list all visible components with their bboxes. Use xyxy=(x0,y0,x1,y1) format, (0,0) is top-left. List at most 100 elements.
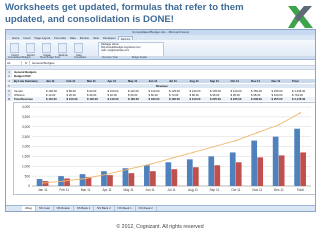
sheet-tabs: Wksg NS Gual NS Rulesk NS Bank 1 NS Bank… xyxy=(6,205,315,211)
value-cell[interactable]: $ 180.00 xyxy=(149,97,160,101)
month-header-cell: Nov 11 xyxy=(251,79,261,83)
package-info-line[interactable]: mail: xyz@example.com xyxy=(99,49,163,52)
value-cell[interactable]: $ 255.00 xyxy=(272,97,283,101)
x-tick-label: Feb 11 xyxy=(59,188,69,192)
x-tick-label: Apr 11 xyxy=(103,188,112,192)
chart-svg: 0 500 1,000 1,500 2,000 2,500 3,000 3,500 4,000 J… xyxy=(22,105,311,192)
chart-bar xyxy=(251,140,258,186)
chart-point xyxy=(299,112,302,114)
sheet-tab[interactable]: NS Rulesk xyxy=(54,206,74,211)
value-cell[interactable]: $ 160.00 xyxy=(128,97,139,101)
section-label: Revenue xyxy=(156,84,168,88)
sheet-tab[interactable]: NS Bank 1 xyxy=(74,206,95,211)
month-header-cell: Mar 11 xyxy=(87,79,96,83)
chart-bar xyxy=(64,178,70,186)
chart-bar xyxy=(144,165,150,186)
row-number: 5 xyxy=(6,84,12,88)
band-label: By Line Summary xyxy=(14,79,38,83)
sheet-tab[interactable]: NS Gual xyxy=(36,206,54,211)
y-tick-label: 3,500 xyxy=(22,115,30,119)
budget-chart[interactable]: 0 500 1,000 1,500 2,000 2,500 3,000 3,500 4,000 J… xyxy=(13,102,315,195)
value-cell[interactable]: $ 110.00 xyxy=(46,97,57,101)
month-header-cell: Dec 11 xyxy=(271,79,281,83)
month-header-cell: Aug 11 xyxy=(189,79,199,83)
chart-bar xyxy=(36,179,43,186)
settings-button[interactable] xyxy=(58,43,67,53)
month-header-cell: Jul 11 xyxy=(169,79,177,83)
month-header-cell: Sep 11 xyxy=(210,79,219,83)
slide-footer: © 2012, Cognizant. All rights reserved xyxy=(116,224,204,230)
value-cell[interactable]: $ 235.00 xyxy=(231,97,242,101)
slide: Worksheets get updated, formulas that re… xyxy=(0,0,320,240)
value-cell[interactable]: $ 100.00 xyxy=(67,97,78,101)
y-tick-label: 1,500 xyxy=(22,155,30,159)
month-header-cell: May 11 xyxy=(128,79,138,83)
chart-bar xyxy=(208,156,215,186)
y-tick-label: 2,000 xyxy=(22,145,30,149)
sheet-subtitle-row: 2 Budget 2012 xyxy=(6,74,315,78)
value-cell[interactable]: $ 195.00 xyxy=(169,97,180,101)
chart-bar xyxy=(235,162,242,186)
y-tick-label: 3,000 xyxy=(22,125,30,129)
chart-bar xyxy=(79,174,86,186)
y-tick-label: 2,500 xyxy=(22,135,30,139)
month-header-cell: Jan 11 xyxy=(46,79,55,83)
x-tick-label: Oct 11 xyxy=(231,188,240,192)
fx-icon[interactable]: fx xyxy=(22,60,30,65)
help-button[interactable] xyxy=(74,43,83,53)
month-header-cell: Total xyxy=(292,79,299,83)
value-cell[interactable]: $ 225.00 xyxy=(210,97,221,101)
y-tick-label: 4,000 xyxy=(22,105,30,109)
value-cell[interactable]: $ 120.00 xyxy=(87,97,98,101)
chart-bar xyxy=(150,171,156,186)
excel-window: Consolidated Budget.xlsx - Microsoft Exc… xyxy=(5,29,316,212)
sheet-tab[interactable]: NS Week 1 xyxy=(115,206,136,211)
chart-bar xyxy=(107,175,113,186)
chart-point xyxy=(149,163,151,166)
export-button[interactable] xyxy=(26,43,35,53)
x-tick-label: Jul 11 xyxy=(167,188,175,192)
row-label: Total Revenue xyxy=(14,97,33,101)
chart-point xyxy=(127,168,130,171)
x-tick-label: May 11 xyxy=(123,188,133,192)
ribbon-group-labels: Consolidated Budgets Sheet Budget Tools … xyxy=(6,56,315,59)
month-header-cell: Apr 11 xyxy=(107,79,117,83)
sheet-tab[interactable]: NS Week 2 xyxy=(136,206,157,211)
x-tick-label: Dec 11 xyxy=(274,188,284,192)
y-tick-label: 1,000 xyxy=(22,164,30,168)
row-number: 2 xyxy=(6,74,12,78)
month-header-cell: Feb 11 xyxy=(66,79,76,83)
ribbon-group-label: Sheet Budget Tools xyxy=(40,57,60,59)
name-box[interactable]: A1 xyxy=(6,60,22,65)
package-info-box: Package Home http://resultsbudget.cogniz… xyxy=(98,42,164,57)
chart-bar xyxy=(300,152,306,186)
excel-title-bar: Consolidated Budget.xlsx - Microsoft Exc… xyxy=(6,30,315,35)
value-cell[interactable]: $ 248.00 xyxy=(251,97,262,101)
y-tick-label: 500 xyxy=(25,174,31,178)
value-cell[interactable]: $ 210.00 xyxy=(190,97,201,101)
import-button[interactable] xyxy=(10,43,19,53)
chart-bar xyxy=(229,152,236,186)
chart-point xyxy=(41,182,44,184)
chart-point xyxy=(84,177,87,180)
sheet-tab-wksg[interactable]: Wksg xyxy=(22,206,36,211)
ribbon-group-label: Consolidated Budgets xyxy=(8,57,31,59)
data-row: 8 Total Revenue $ 110.00 $ 100.00 $ 120.00… xyxy=(6,97,315,101)
ribbon: Import Export Create Settings Help Packa… xyxy=(6,40,315,60)
sheet-tab[interactable]: NS Bank 2 xyxy=(94,206,115,211)
worksheet-grid[interactable]: 1 General Budgets 2 Budget 2012 4 By Lin… xyxy=(6,70,315,199)
x-tick-label: Nov 11 xyxy=(252,188,262,192)
chart-point xyxy=(192,151,194,154)
chart-bar xyxy=(294,128,300,186)
sheet-subtitle: Budget 2012 xyxy=(14,74,31,78)
formula-input[interactable]: General Budgets xyxy=(30,61,55,65)
chart-bar xyxy=(257,157,264,186)
value-cell[interactable]: $ 2,178.00 xyxy=(292,97,305,101)
section-row: 5 Revenue xyxy=(6,84,315,88)
x-tick-label: Mar 11 xyxy=(81,188,91,192)
chart-bar xyxy=(278,155,285,186)
create-button[interactable] xyxy=(42,43,51,53)
chart-bar xyxy=(122,168,129,186)
value-cell[interactable]: $ 140.00 xyxy=(108,97,119,101)
ribbon-group-label: Budget Details xyxy=(132,57,147,59)
